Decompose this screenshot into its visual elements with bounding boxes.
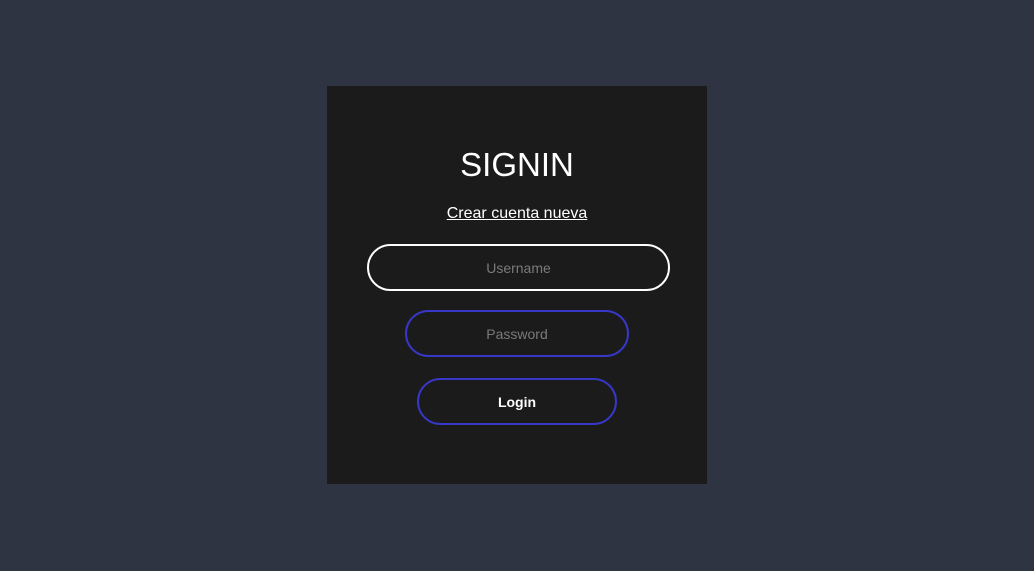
page-title: SIGNIN <box>460 146 574 183</box>
signin-card: SIGNIN Crear cuenta nueva Login <box>327 86 707 484</box>
login-button[interactable]: Login <box>417 378 617 425</box>
username-input[interactable] <box>367 244 670 291</box>
create-account-link[interactable]: Crear cuenta nueva <box>327 204 707 224</box>
password-input[interactable] <box>405 310 629 357</box>
